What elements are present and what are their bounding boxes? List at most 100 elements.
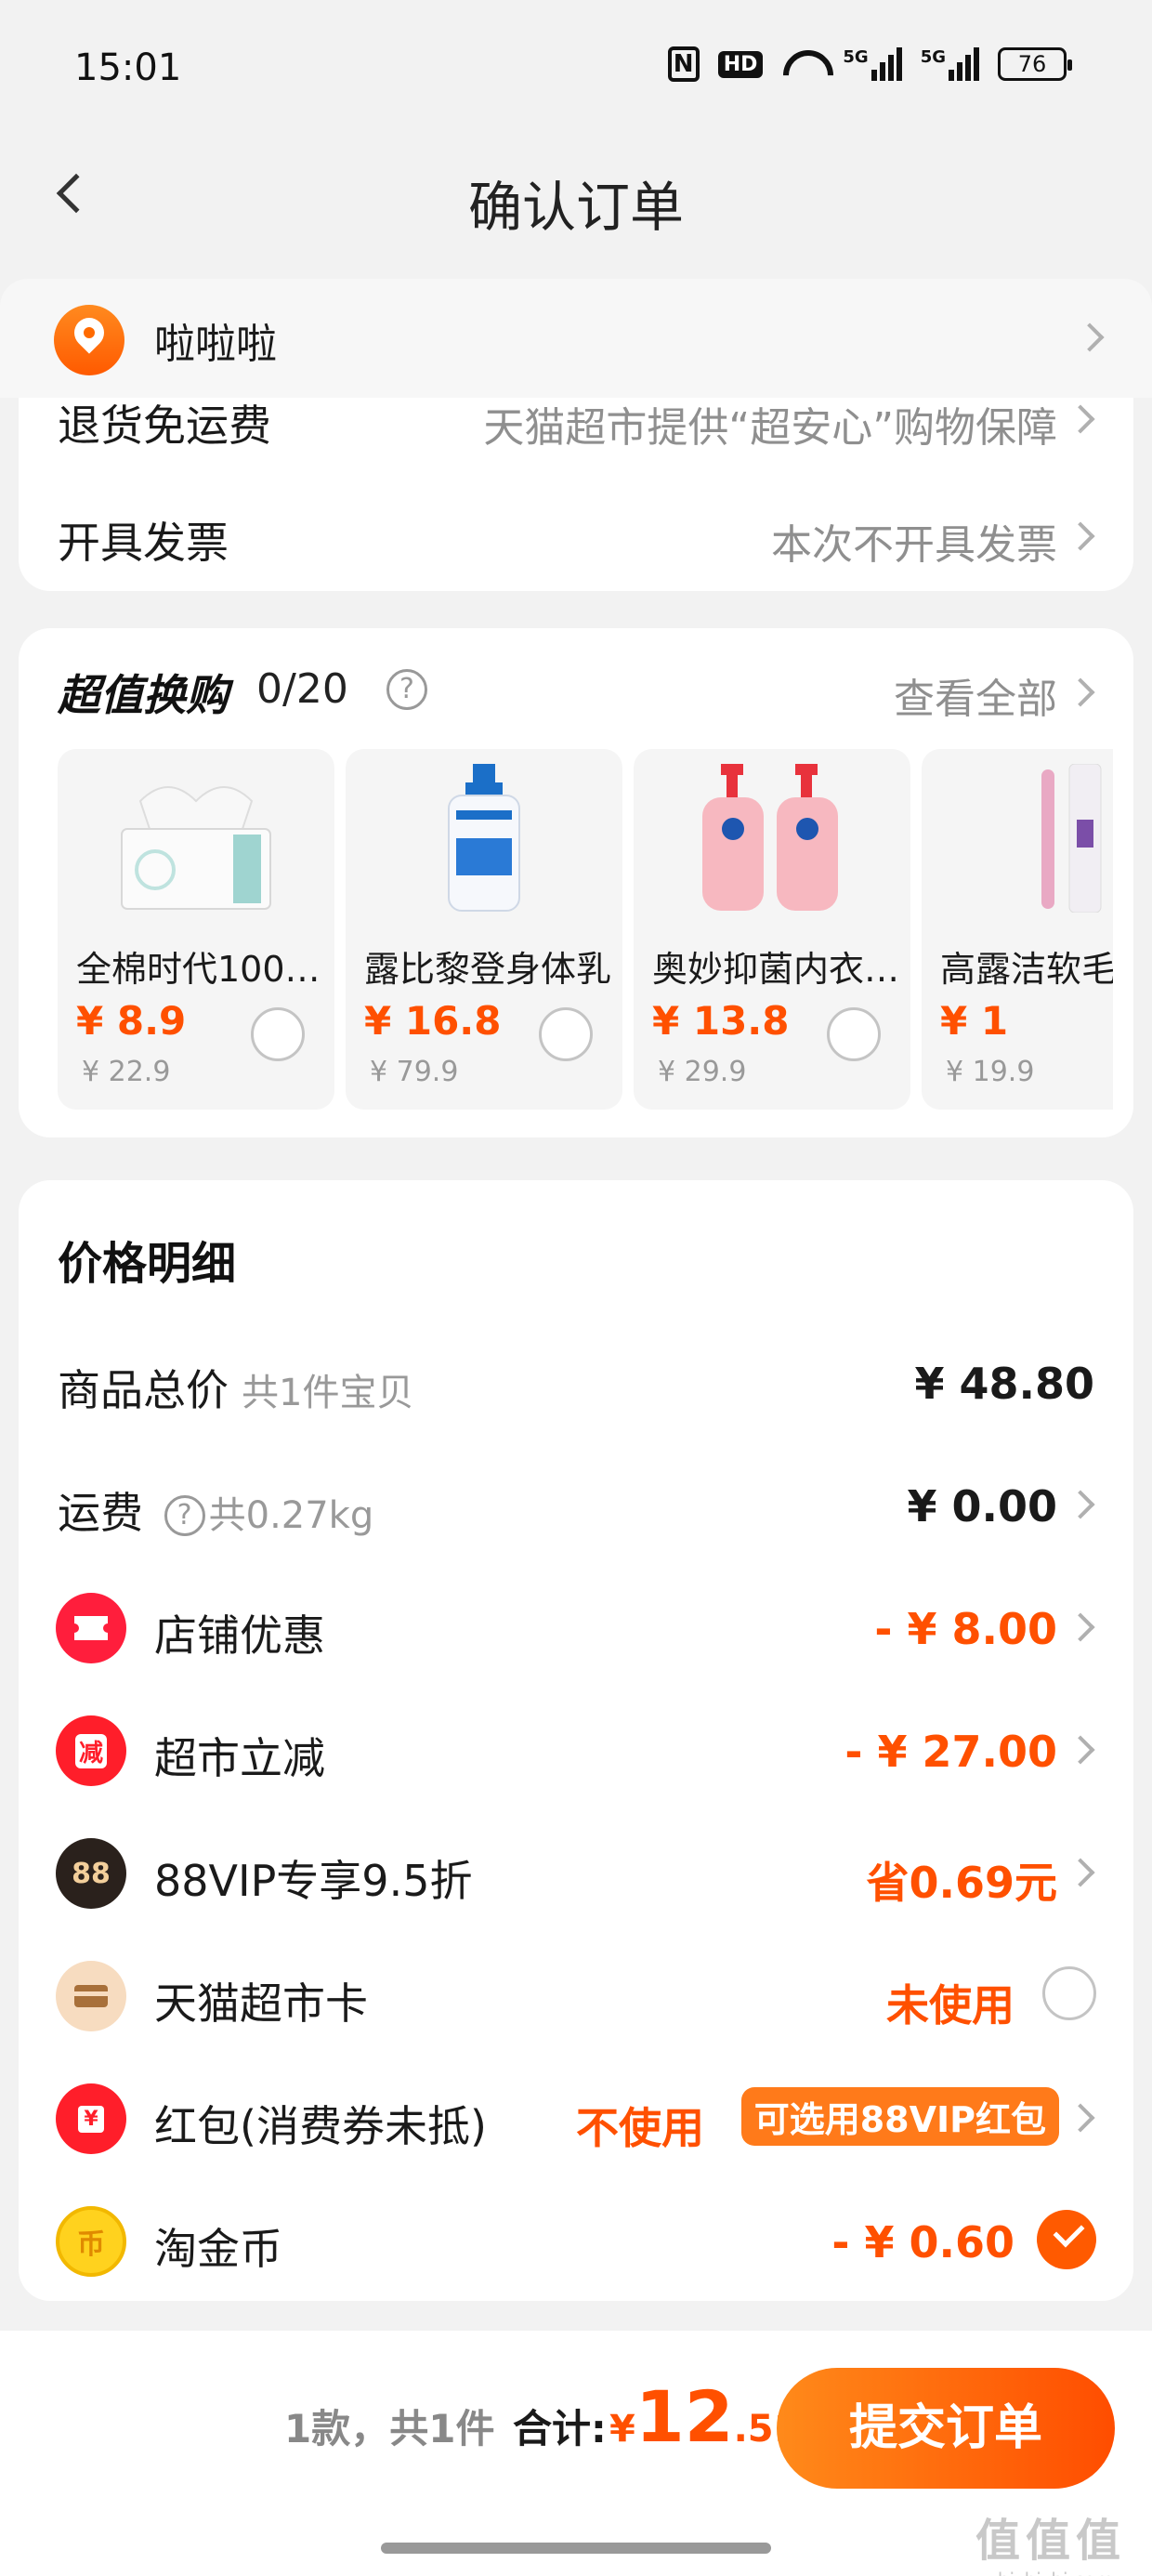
item-price: ¥ 16.8 — [364, 998, 502, 1044]
shipping-value: ¥ 0.00 — [907, 1481, 1057, 1531]
shipping-label: 运费 — [58, 1488, 143, 1538]
market-card-radio[interactable] — [1042, 1966, 1096, 2020]
signal-icon: 5G — [843, 47, 902, 81]
nav-bar: 确认订单 — [0, 130, 1152, 260]
item-price: ¥ 13.8 — [652, 998, 790, 1044]
vip-88-icon: 88 — [56, 1838, 126, 1909]
shop-discount-row[interactable]: 店铺优惠 - ¥ 8.00 — [19, 1580, 1133, 1673]
item-select-radio[interactable] — [539, 1007, 593, 1061]
item-name: 高露洁软毛牙刷 — [940, 949, 1113, 990]
page-title: 确认订单 — [467, 176, 684, 239]
chevron-right-icon — [1066, 1858, 1095, 1887]
total-amount: ¥12.51 — [609, 2375, 800, 2458]
gold-coin-icon: 币 — [56, 2206, 126, 2277]
view-all-link[interactable]: 查看全部 — [894, 665, 1057, 725]
item-price: ¥ 1 — [940, 998, 1009, 1044]
chevron-right-icon — [1066, 1735, 1095, 1765]
goods-total-label: 商品总价 — [58, 1365, 229, 1415]
market-card-value: 未使用 — [886, 1980, 1015, 2031]
item-original-price: ¥ 22.9 — [82, 1056, 171, 1088]
item-original-price: ¥ 79.9 — [370, 1056, 459, 1088]
item-price: ¥ 8.9 — [76, 998, 187, 1044]
goods-total-row: 商品总价 共1件宝贝 ¥ 48.80 — [19, 1334, 1133, 1427]
shipping-weight: 共0.27kg — [208, 1494, 374, 1537]
item-original-price: ¥ 19.9 — [946, 1056, 1035, 1088]
vip-discount-value: 省0.69元 — [866, 1858, 1058, 1908]
shipping-row[interactable]: 运费 ? 共0.27kg ¥ 0.00 — [19, 1457, 1133, 1550]
help-icon[interactable]: ? — [164, 1495, 205, 1536]
chevron-right-icon — [1066, 521, 1095, 551]
exchange-item[interactable]: 奥妙抑菌内衣洗衣液 ¥ 13.8 ¥ 29.9 — [634, 749, 910, 1110]
status-bar: 15:01 N HD 5G 5G 76 — [0, 0, 1152, 130]
invoice-value: 本次不开具发票 — [771, 521, 1057, 569]
price-detail-title: 价格明细 — [58, 1238, 237, 1290]
coins-value: - ¥ 0.60 — [831, 2217, 1015, 2267]
address-name: 啦啦啦 — [154, 321, 277, 368]
exchange-item[interactable]: 露比黎登身体乳 ¥ 16.8 ¥ 79.9 — [346, 749, 622, 1110]
red-packet-value: 不使用 — [576, 2103, 704, 2153]
bottom-bar: 1款，共1件 合计: ¥12.51 提交订单 值值值 zhizhizhi.com — [0, 2331, 1152, 2576]
chevron-right-icon — [1066, 2103, 1095, 2133]
help-icon[interactable]: ? — [386, 669, 427, 710]
card-icon — [56, 1961, 126, 2031]
shop-discount-label: 店铺优惠 — [154, 1610, 325, 1661]
return-shipping-value: 天猫超市提供“超安心”购物保障 — [483, 404, 1057, 452]
market-discount-label: 超市立减 — [154, 1733, 325, 1783]
red-packet-icon: ¥ — [56, 2083, 126, 2154]
status-time: 15:01 — [74, 46, 182, 89]
exchange-count: 0/20 — [256, 665, 348, 713]
tissue-box-icon — [76, 755, 316, 913]
toothbrush-icon — [940, 755, 1113, 913]
market-discount-row[interactable]: 减 超市立减 - ¥ 27.00 — [19, 1702, 1133, 1795]
coins-row[interactable]: 币 淘金币 - ¥ 0.60 — [19, 2193, 1133, 2286]
item-select-radio[interactable] — [251, 1007, 305, 1061]
lotion-bottle-icon — [364, 755, 604, 913]
address-bar[interactable]: 啦啦啦 — [0, 279, 1152, 398]
chevron-right-icon — [1066, 1612, 1095, 1642]
signal-icon-2: 5G — [921, 47, 979, 81]
item-select-radio[interactable] — [827, 1007, 881, 1061]
red-packet-label: 红包(消费券未抵) — [154, 2101, 487, 2151]
chevron-right-icon — [1066, 677, 1095, 707]
exchange-item[interactable]: 高露洁软毛牙刷 ¥ 1 ¥ 19.9 — [922, 749, 1113, 1110]
market-discount-value: - ¥ 27.00 — [844, 1727, 1057, 1777]
vip-red-packet-tag[interactable]: 可选用88VIP红包 — [740, 2087, 1059, 2146]
coins-checked-icon[interactable] — [1037, 2210, 1096, 2269]
item-name: 全棉时代100%棉柔巾 — [76, 949, 327, 990]
item-name: 露比黎登身体乳 — [364, 949, 612, 990]
wifi-icon — [781, 48, 824, 80]
exchange-card: 超值换购 0/20 ? 查看全部 全棉时代100%棉柔巾 ¥ 8.9 ¥ 22.… — [19, 628, 1133, 1137]
exchange-item[interactable]: 全棉时代100%棉柔巾 ¥ 8.9 ¥ 22.9 — [58, 749, 334, 1110]
total-label: 合计: — [513, 2406, 607, 2451]
detergent-bottles-icon — [652, 755, 892, 913]
goods-total-sub: 共1件宝贝 — [242, 1372, 414, 1414]
item-original-price: ¥ 29.9 — [658, 1056, 747, 1088]
invoice-label: 开具发票 — [58, 518, 229, 568]
market-card-row[interactable]: 天猫超市卡 未使用 — [19, 1948, 1133, 2041]
exchange-title: 超值换购 — [58, 670, 229, 720]
nfc-icon: N — [667, 46, 700, 82]
price-detail-card: 价格明细 商品总价 共1件宝贝 ¥ 48.80 运费 ? 共0.27kg ¥ 0.0… — [19, 1180, 1133, 2301]
status-icons: N HD 5G 5G 76 — [667, 46, 1072, 82]
home-indicator[interactable] — [381, 2543, 771, 2554]
vip-discount-row[interactable]: 88 88VIP专享9.5折 省0.69元 — [19, 1825, 1133, 1918]
invoice-row[interactable]: 开具发票 本次不开具发票 — [19, 494, 1133, 569]
chevron-right-icon — [1075, 322, 1105, 352]
chevron-right-icon — [1066, 1490, 1095, 1519]
watermark-logo: 值值值 zhizhizhi.com — [975, 2515, 1126, 2576]
submit-order-button[interactable]: 提交订单 — [777, 2368, 1115, 2489]
market-card-label: 天猫超市卡 — [154, 1978, 368, 2029]
item-name: 奥妙抑菌内衣洗衣液 — [652, 949, 903, 990]
item-count: 1款，共1件 — [284, 2406, 495, 2451]
goods-total-value: ¥ 48.80 — [914, 1359, 1094, 1409]
red-packet-row[interactable]: ¥ 红包(消费券未抵) 不使用 可选用88VIP红包 — [19, 2070, 1133, 2163]
return-shipping-label: 退货免运费 — [58, 401, 271, 451]
battery-icon: 76 — [998, 47, 1072, 81]
discount-badge-icon: 减 — [56, 1715, 126, 1786]
vip-discount-label: 88VIP专享9.5折 — [154, 1856, 473, 1906]
exchange-items: 全棉时代100%棉柔巾 ¥ 8.9 ¥ 22.9 露比黎登身体乳 ¥ 16.8 … — [58, 749, 1113, 1110]
coupon-icon — [56, 1593, 126, 1663]
location-pin-icon — [54, 305, 124, 375]
coins-label: 淘金币 — [154, 2224, 282, 2274]
chevron-right-icon — [1066, 404, 1095, 434]
